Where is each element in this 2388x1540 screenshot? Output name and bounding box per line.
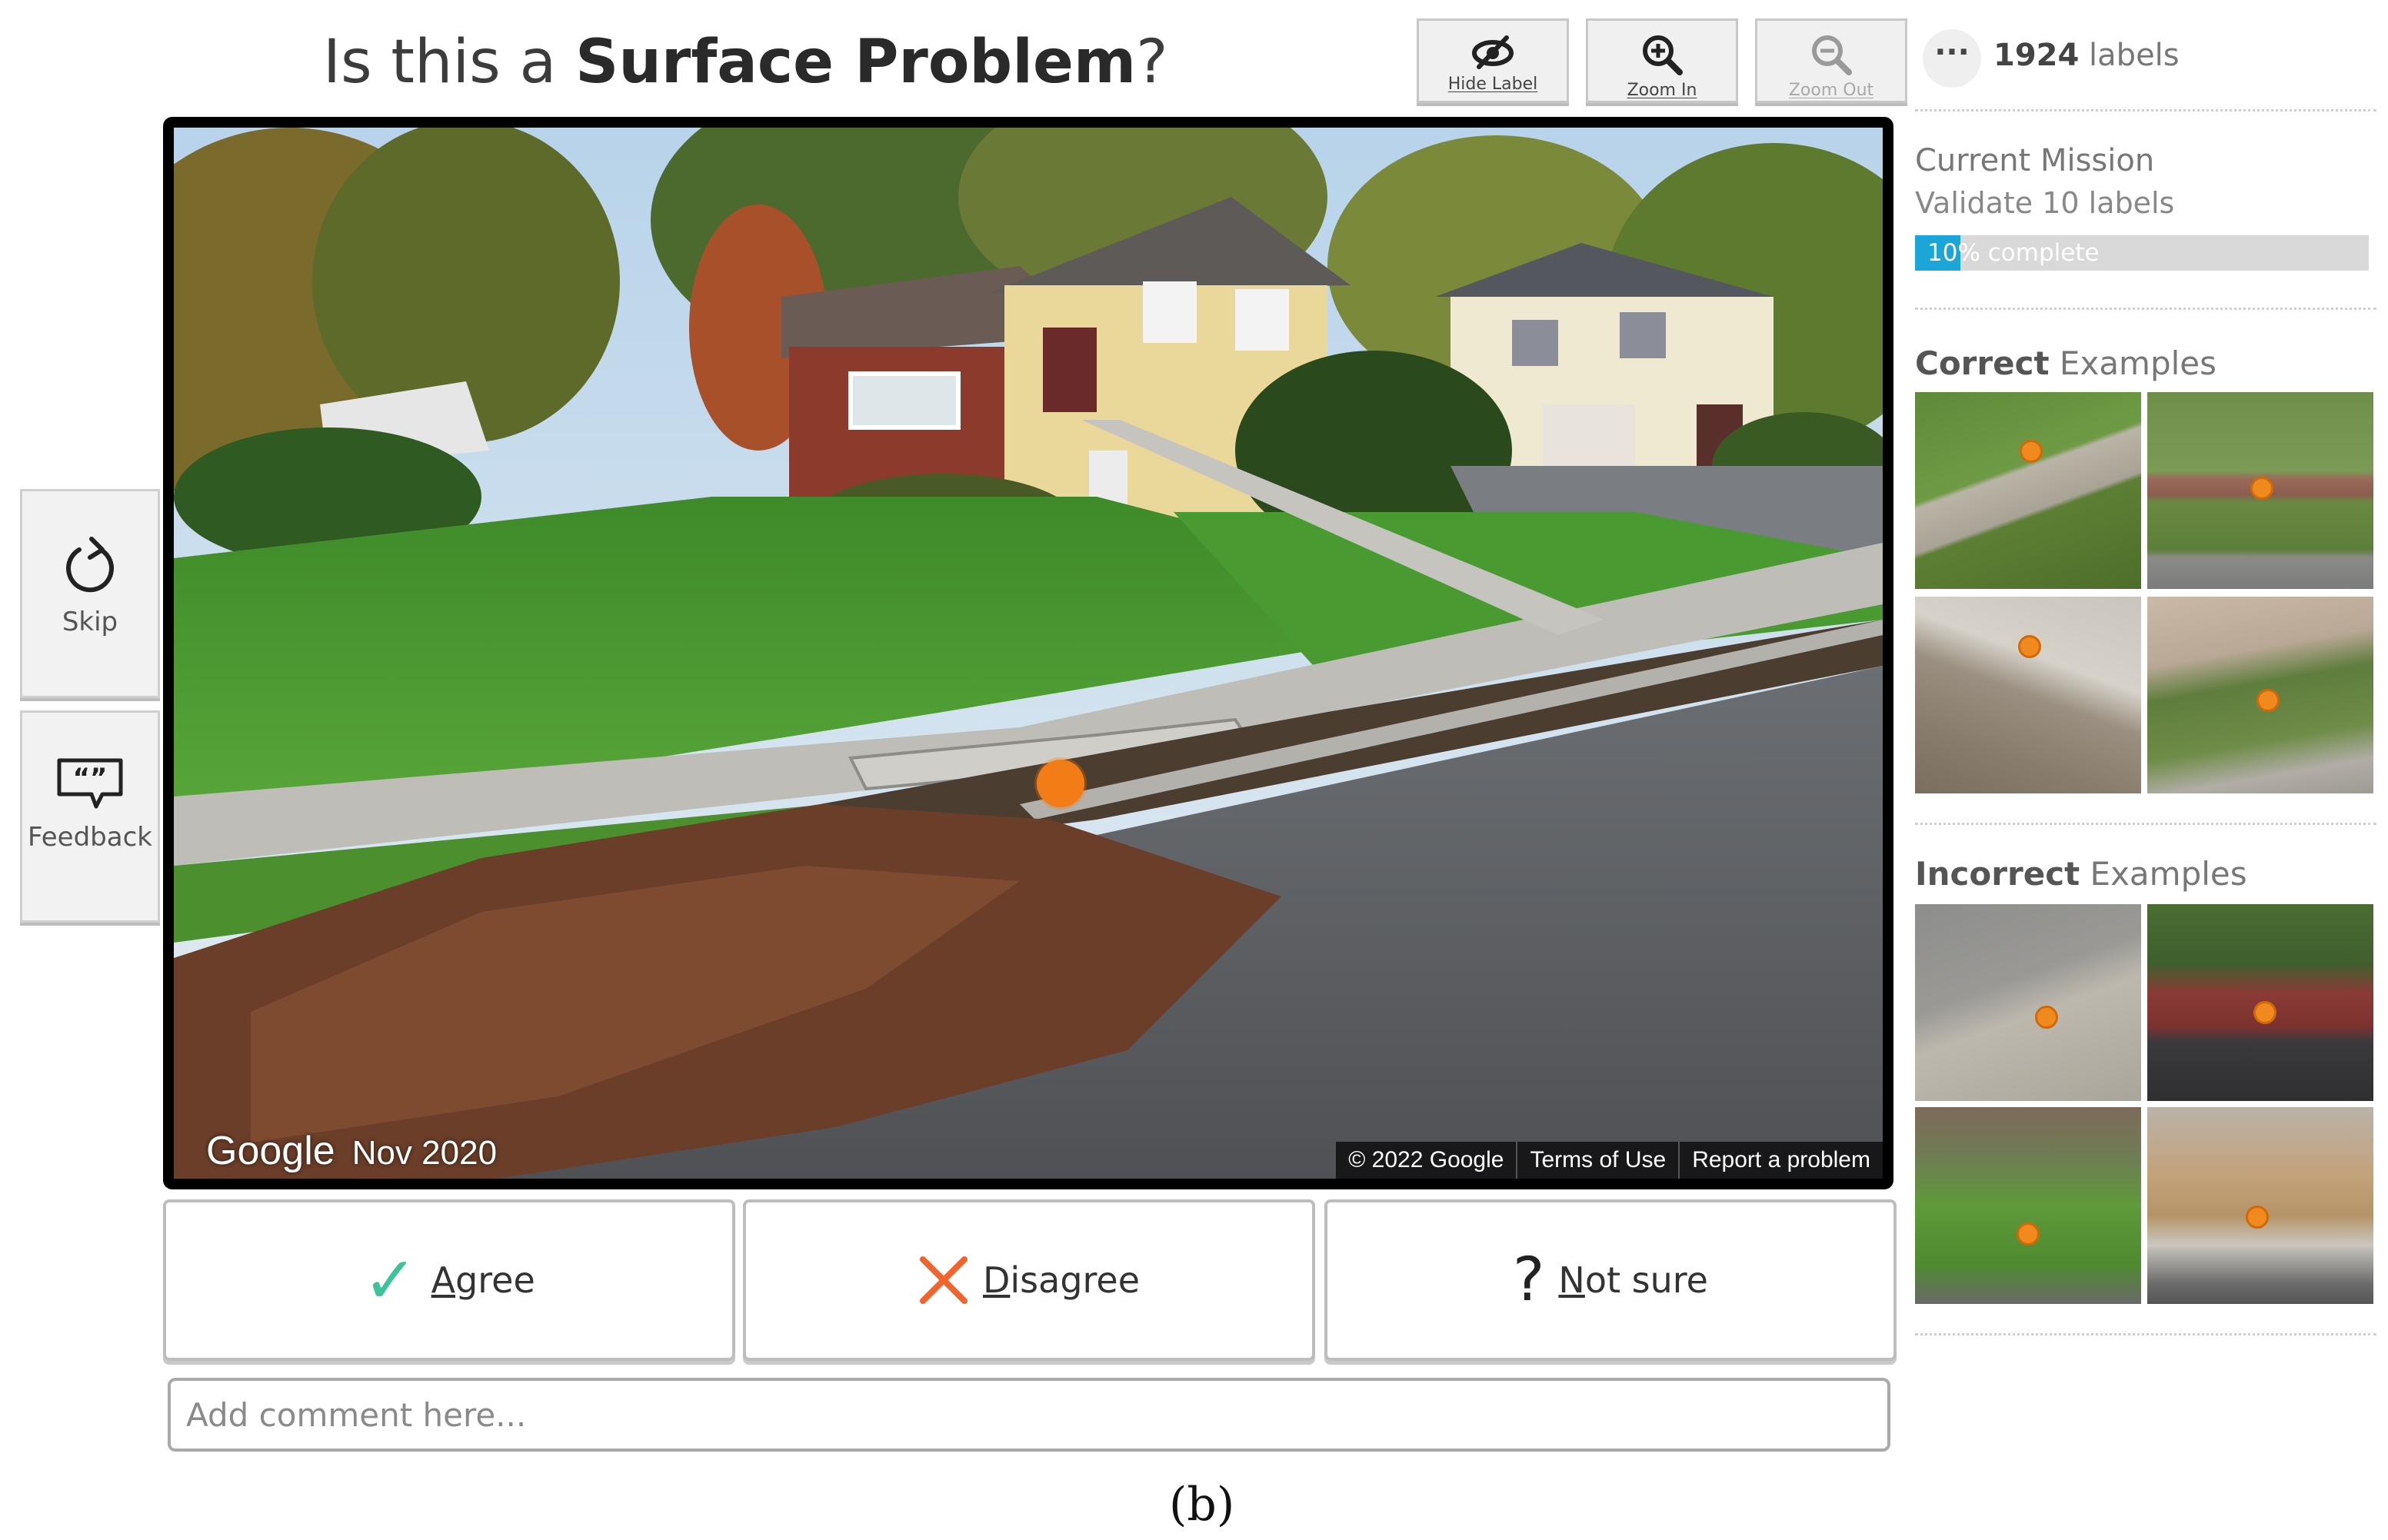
street-view-panel[interactable]: Google Nov 2020 © 2022 Google Terms of Us… — [163, 117, 1893, 1189]
correct-example-thumbnail[interactable] — [2147, 597, 2373, 793]
terms-of-use-link[interactable]: Terms of Use — [1516, 1142, 1678, 1179]
mission-progress-text: 10% complete — [1927, 239, 2100, 267]
skip-button[interactable]: Skip — [20, 489, 160, 698]
hide-label-text: Hide Label — [1447, 75, 1538, 94]
copyright-text: © 2022 Google — [1348, 1147, 1504, 1172]
divider — [1915, 109, 2376, 111]
checkmark-icon: ✓ — [363, 1242, 418, 1318]
zoom-out-text: Zoom Out — [1788, 81, 1874, 100]
label-marker-icon — [2250, 477, 2273, 500]
feedback-button[interactable]: “” Feedback — [20, 710, 160, 923]
title-prefix: Is this a — [323, 28, 576, 97]
svg-text:“”: “” — [73, 763, 108, 793]
mission-title: Current Mission — [1915, 143, 2155, 178]
correct-example-thumbnail[interactable] — [2147, 392, 2373, 589]
label-marker[interactable] — [1037, 760, 1084, 807]
question-mark-icon: ? — [1513, 1246, 1545, 1315]
labels-count: 1924 labels — [1993, 32, 2180, 78]
figure-caption: (b) — [1169, 1478, 1235, 1532]
more-dots-icon: ··· — [1934, 35, 1970, 70]
label-marker-icon — [2035, 1006, 2058, 1029]
mission-subtitle: Validate 10 labels — [1915, 186, 2175, 220]
not-sure-shortcut-key: N — [1558, 1259, 1585, 1301]
label-marker-icon — [2246, 1206, 2269, 1229]
correct-examples-title: Correct Examples — [1915, 344, 2216, 382]
labels-count-unit: labels — [2089, 38, 2180, 73]
street-view-panorama[interactable]: Google Nov 2020 © 2022 Google Terms of Us… — [174, 128, 1883, 1179]
page-title: Is this a Surface Problem? — [323, 20, 1246, 105]
hide-label-button[interactable]: Hide Label — [1417, 18, 1569, 103]
speech-bubble-icon: “” — [57, 758, 123, 809]
imagery-date: Nov 2020 — [351, 1134, 498, 1172]
report-problem-link[interactable]: Report a problem — [1678, 1142, 1883, 1179]
incorrect-example-thumbnail[interactable] — [1915, 904, 2141, 1101]
labels-count-value: 1924 — [1993, 38, 2080, 73]
correct-example-thumbnail[interactable] — [1915, 597, 2141, 793]
label-marker-icon — [2253, 1001, 2276, 1024]
disagree-shortcut-key: D — [982, 1259, 1011, 1301]
divider — [1915, 823, 2376, 825]
zoom-out-button[interactable]: Zoom Out — [1755, 18, 1907, 103]
google-brand: Google — [206, 1129, 335, 1173]
not-sure-label: Not sure — [1558, 1259, 1708, 1301]
incorrect-example-thumbnail[interactable] — [2147, 1107, 2373, 1304]
incorrect-examples-bold: Incorrect — [1915, 855, 2080, 893]
incorrect-example-thumbnail[interactable] — [2147, 904, 2373, 1101]
more-options-button[interactable]: ··· — [1923, 29, 1981, 88]
correct-examples-bold: Correct — [1915, 344, 2050, 382]
mission-progress-bar: 10% complete — [1915, 235, 2369, 271]
divider — [1915, 1333, 2376, 1335]
refresh-icon — [66, 537, 114, 593]
skip-label: Skip — [62, 607, 118, 637]
zoom-out-icon — [1812, 35, 1852, 75]
not-sure-button[interactable]: ? Not sure — [1324, 1199, 1897, 1361]
label-marker-icon — [2020, 440, 2043, 463]
comment-input[interactable] — [168, 1378, 1890, 1452]
street-scene-image — [174, 128, 1883, 1179]
zoom-in-button[interactable]: Zoom In — [1586, 18, 1738, 103]
eye-slash-icon — [1472, 35, 1514, 69]
google-watermark: Google Nov 2020 — [206, 1128, 497, 1174]
label-marker-icon — [2256, 689, 2280, 712]
zoom-in-icon — [1643, 35, 1683, 75]
label-marker-icon — [2018, 635, 2041, 658]
divider — [1915, 308, 2376, 310]
agree-label-rest: gree — [455, 1259, 535, 1301]
incorrect-examples-suffix: Examples — [2090, 855, 2247, 893]
feedback-label: Feedback — [28, 822, 152, 853]
agree-label: Agree — [431, 1259, 535, 1301]
zoom-in-text: Zoom In — [1627, 81, 1697, 100]
label-marker-icon — [2017, 1222, 2040, 1246]
x-mark-icon — [919, 1256, 968, 1304]
incorrect-example-thumbnail[interactable] — [1915, 1107, 2141, 1304]
incorrect-examples-title: Incorrect Examples — [1915, 855, 2247, 893]
disagree-label-rest: isagree — [1010, 1259, 1141, 1301]
correct-example-thumbnail[interactable] — [1915, 392, 2141, 589]
correct-examples-suffix: Examples — [2059, 344, 2217, 382]
not-sure-label-rest: ot sure — [1584, 1259, 1708, 1301]
title-label-type: Surface Problem — [575, 28, 1137, 97]
agree-button[interactable]: ✓ Agree — [163, 1199, 735, 1361]
disagree-label: Disagree — [983, 1259, 1140, 1301]
title-suffix: ? — [1136, 28, 1168, 97]
attribution-bar: © 2022 Google Terms of Use Report a prob… — [1336, 1142, 1883, 1179]
agree-shortcut-key: A — [431, 1259, 456, 1301]
disagree-button[interactable]: Disagree — [743, 1199, 1315, 1361]
